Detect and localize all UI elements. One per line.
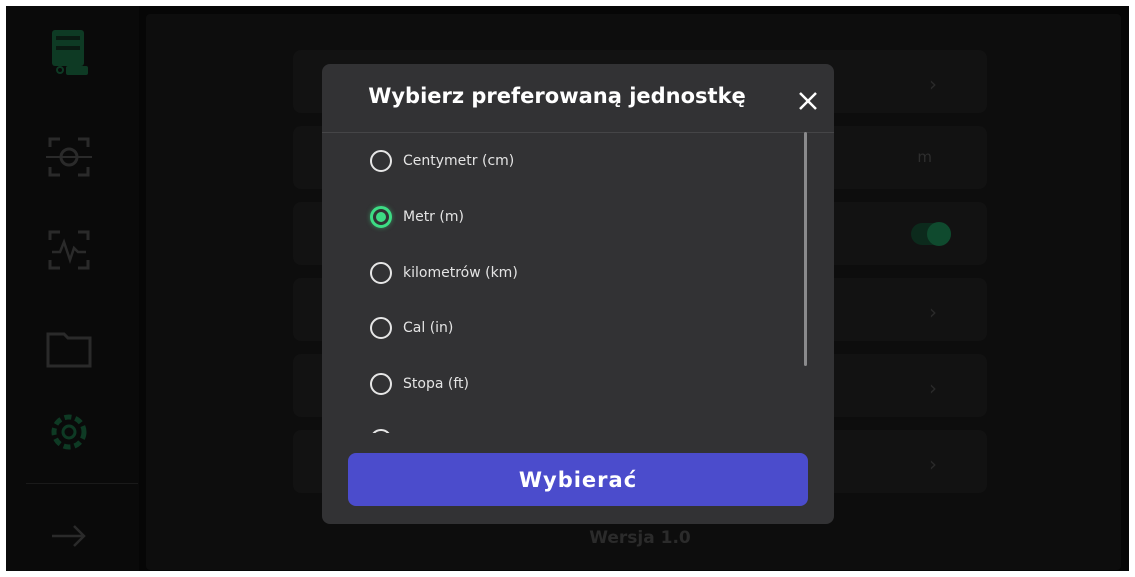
unit-option-meter[interactable]: Metr (m)	[370, 202, 464, 232]
radio-unchecked-icon[interactable]	[370, 317, 392, 339]
chevron-right-icon: ›	[929, 376, 937, 400]
radio-unchecked-icon[interactable]	[370, 262, 392, 284]
health-scan-icon[interactable]	[44, 226, 94, 274]
option-label: Cal (in)	[403, 320, 454, 336]
unit-option-inch[interactable]: Cal (in)	[370, 313, 453, 343]
option-label: Centymetr (cm)	[403, 153, 515, 169]
chevron-right-icon: ›	[929, 452, 937, 476]
chevron-right-icon: ›	[929, 300, 937, 324]
dialog-title: Wybierz preferowaną jednostkę	[368, 84, 746, 108]
option-label: Stopa (ft)	[403, 376, 469, 392]
radio-unchecked-icon[interactable]	[370, 150, 392, 172]
close-icon[interactable]	[794, 87, 822, 115]
option-label: Metr (m)	[403, 209, 464, 225]
storage-icon[interactable]	[44, 28, 94, 76]
unit-option-partial[interactable]	[370, 425, 403, 433]
select-button[interactable]: Wybierać	[348, 453, 808, 506]
version-label: Wersja 1.0	[589, 528, 691, 548]
unit-options-list[interactable]: Centymetr (cm) Metr (m) kilometrów (km) …	[322, 133, 834, 433]
radio-unchecked-icon[interactable]	[370, 373, 392, 395]
scan-icon[interactable]	[44, 133, 94, 181]
unit-value: m	[917, 148, 932, 166]
option-label: kilometrów (km)	[403, 265, 518, 281]
sidebar	[6, 6, 139, 571]
unit-option-kilometer[interactable]: kilometrów (km)	[370, 258, 518, 288]
settings-icon[interactable]	[44, 408, 94, 456]
radio-checked-icon[interactable]	[370, 206, 392, 228]
unit-option-centimeter[interactable]: Centymetr (cm)	[370, 146, 514, 176]
radio-unchecked-icon[interactable]	[370, 429, 392, 433]
arrow-right-icon[interactable]	[44, 512, 94, 560]
folder-icon[interactable]	[44, 324, 94, 372]
chevron-right-icon: ›	[929, 72, 937, 96]
options-scrollbar[interactable]	[804, 132, 807, 366]
sidebar-divider	[26, 483, 138, 484]
toggle-switch[interactable]	[911, 222, 951, 246]
unit-option-foot[interactable]: Stopa (ft)	[370, 369, 469, 399]
unit-selection-dialog: Wybierz preferowaną jednostkę Centymetr …	[322, 64, 834, 524]
